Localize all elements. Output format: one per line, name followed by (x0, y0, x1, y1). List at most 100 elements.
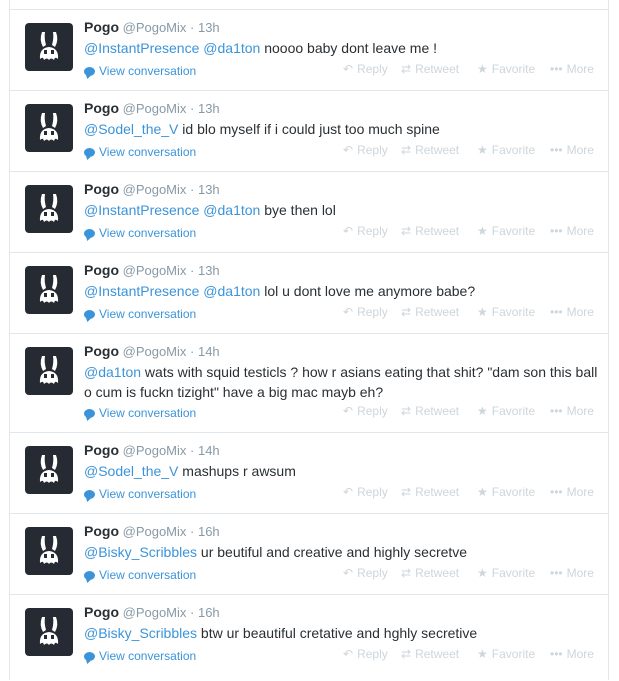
retweet-label: Retweet (415, 566, 460, 580)
tweet[interactable]: Pogo @PogoMix · 16h @Bisky_Scribbles btw … (10, 594, 608, 681)
retweet-button[interactable]: ⇄ Retweet (401, 224, 459, 238)
more-label: More (566, 305, 594, 319)
avatar[interactable] (25, 266, 73, 314)
user-screenname[interactable]: @PogoMix (123, 20, 187, 35)
mention-link[interactable]: @InstantPresence (84, 40, 199, 56)
user-fullname[interactable]: Pogo (84, 604, 119, 620)
tweet[interactable]: Pogo @PogoMix · 13h @InstantPresence @da1… (10, 171, 608, 253)
user-screenname[interactable]: @PogoMix (123, 524, 187, 539)
mention-link[interactable]: @da1ton (203, 202, 260, 218)
view-conversation-link[interactable]: View conversation (84, 226, 196, 240)
tweet-text-segment: ur beutiful and creative and highly secr… (197, 544, 468, 560)
tweet[interactable]: Pogo @PogoMix · 14h @da1ton wats with squ… (10, 333, 608, 433)
more-button[interactable]: ••• More (550, 62, 594, 76)
reply-button[interactable]: ↶ Reply (343, 143, 388, 157)
user-screenname[interactable]: @PogoMix (123, 605, 187, 620)
favorite-button[interactable]: ★ Favorite (477, 647, 535, 661)
rabbit-logo-icon (39, 194, 59, 222)
tweet-text-segment: btw ur beautiful cretative and hghly sec… (197, 625, 478, 641)
tweet-header: Pogo @PogoMix · 13h (84, 181, 220, 197)
avatar[interactable] (25, 527, 73, 575)
tweet-timestamp[interactable]: 13h (198, 101, 220, 116)
favorite-button[interactable]: ★ Favorite (477, 62, 535, 76)
retweet-button[interactable]: ⇄ Retweet (401, 305, 459, 319)
reply-button[interactable]: ↶ Reply (343, 224, 388, 238)
favorite-button[interactable]: ★ Favorite (477, 566, 535, 580)
more-button[interactable]: ••• More (550, 647, 594, 661)
view-conversation-link[interactable]: View conversation (84, 145, 196, 159)
avatar[interactable] (25, 446, 73, 494)
user-fullname[interactable]: Pogo (84, 262, 119, 278)
user-fullname[interactable]: Pogo (84, 523, 119, 539)
avatar[interactable] (25, 185, 73, 233)
tweet[interactable]: Pogo @PogoMix · 16h @Bisky_Scribbles ur b… (10, 513, 608, 595)
tweet-timestamp[interactable]: 14h (198, 344, 220, 359)
user-screenname[interactable]: @PogoMix (123, 101, 187, 116)
retweet-button[interactable]: ⇄ Retweet (401, 647, 459, 661)
reply-button[interactable]: ↶ Reply (343, 305, 388, 319)
tweet-timestamp[interactable]: 13h (198, 20, 220, 35)
user-screenname[interactable]: @PogoMix (123, 443, 187, 458)
user-screenname[interactable]: @PogoMix (123, 182, 187, 197)
more-label: More (566, 404, 594, 418)
more-button[interactable]: ••• More (550, 224, 594, 238)
tweet[interactable]: Pogo @PogoMix · 13h @InstantPresence @da1… (10, 252, 608, 334)
retweet-button[interactable]: ⇄ Retweet (401, 62, 459, 76)
reply-button[interactable]: ↶ Reply (343, 62, 388, 76)
tweet-timestamp[interactable]: 14h (198, 443, 220, 458)
mention-link[interactable]: @da1ton (203, 283, 260, 299)
view-conversation-link[interactable]: View conversation (84, 307, 196, 321)
mention-link[interactable]: @da1ton (84, 364, 141, 380)
tweet-timestamp[interactable]: 16h (198, 605, 220, 620)
reply-button[interactable]: ↶ Reply (343, 485, 388, 499)
user-screenname[interactable]: @PogoMix (123, 263, 187, 278)
tweet[interactable]: Pogo @PogoMix · 13h @InstantPresence @da1… (10, 9, 608, 91)
more-button[interactable]: ••• More (550, 485, 594, 499)
view-conversation-link[interactable]: View conversation (84, 568, 196, 582)
view-conversation-link[interactable]: View conversation (84, 487, 196, 501)
retweet-icon: ⇄ (401, 485, 412, 499)
avatar[interactable] (25, 608, 73, 656)
more-button[interactable]: ••• More (550, 143, 594, 157)
favorite-button[interactable]: ★ Favorite (477, 404, 535, 418)
more-button[interactable]: ••• More (550, 566, 594, 580)
view-conversation-link[interactable]: View conversation (84, 64, 196, 78)
tweet-timestamp[interactable]: 13h (198, 182, 220, 197)
reply-button[interactable]: ↶ Reply (343, 647, 388, 661)
tweet-timestamp[interactable]: 16h (198, 524, 220, 539)
user-fullname[interactable]: Pogo (84, 181, 119, 197)
avatar[interactable] (25, 104, 73, 152)
mention-link[interactable]: @da1ton (203, 40, 260, 56)
retweet-button[interactable]: ⇄ Retweet (401, 404, 459, 418)
avatar[interactable] (25, 23, 73, 71)
mention-link[interactable]: @Bisky_Scribbles (84, 544, 197, 560)
more-button[interactable]: ••• More (550, 305, 594, 319)
retweet-label: Retweet (415, 143, 460, 157)
mention-link[interactable]: @Sodel_the_V (84, 463, 178, 479)
more-button[interactable]: ••• More (550, 404, 594, 418)
favorite-button[interactable]: ★ Favorite (477, 485, 535, 499)
retweet-button[interactable]: ⇄ Retweet (401, 143, 459, 157)
mention-link[interactable]: @Bisky_Scribbles (84, 625, 197, 641)
mention-link[interactable]: @Sodel_the_V (84, 121, 178, 137)
user-fullname[interactable]: Pogo (84, 19, 119, 35)
tweet[interactable]: Pogo @PogoMix · 14h @Sodel_the_V mashups … (10, 432, 608, 514)
user-fullname[interactable]: Pogo (84, 100, 119, 116)
tweet[interactable]: Pogo @PogoMix · 13h @Sodel_the_V id blo m… (10, 90, 608, 172)
avatar[interactable] (25, 347, 73, 395)
favorite-button[interactable]: ★ Favorite (477, 224, 535, 238)
favorite-button[interactable]: ★ Favorite (477, 143, 535, 157)
reply-button[interactable]: ↶ Reply (343, 566, 388, 580)
retweet-button[interactable]: ⇄ Retweet (401, 566, 459, 580)
favorite-button[interactable]: ★ Favorite (477, 305, 535, 319)
user-screenname[interactable]: @PogoMix (123, 344, 187, 359)
mention-link[interactable]: @InstantPresence (84, 283, 199, 299)
user-fullname[interactable]: Pogo (84, 343, 119, 359)
tweet-timestamp[interactable]: 13h (198, 263, 220, 278)
reply-button[interactable]: ↶ Reply (343, 404, 388, 418)
view-conversation-link[interactable]: View conversation (84, 406, 196, 420)
retweet-button[interactable]: ⇄ Retweet (401, 485, 459, 499)
user-fullname[interactable]: Pogo (84, 442, 119, 458)
view-conversation-link[interactable]: View conversation (84, 649, 196, 663)
mention-link[interactable]: @InstantPresence (84, 202, 199, 218)
